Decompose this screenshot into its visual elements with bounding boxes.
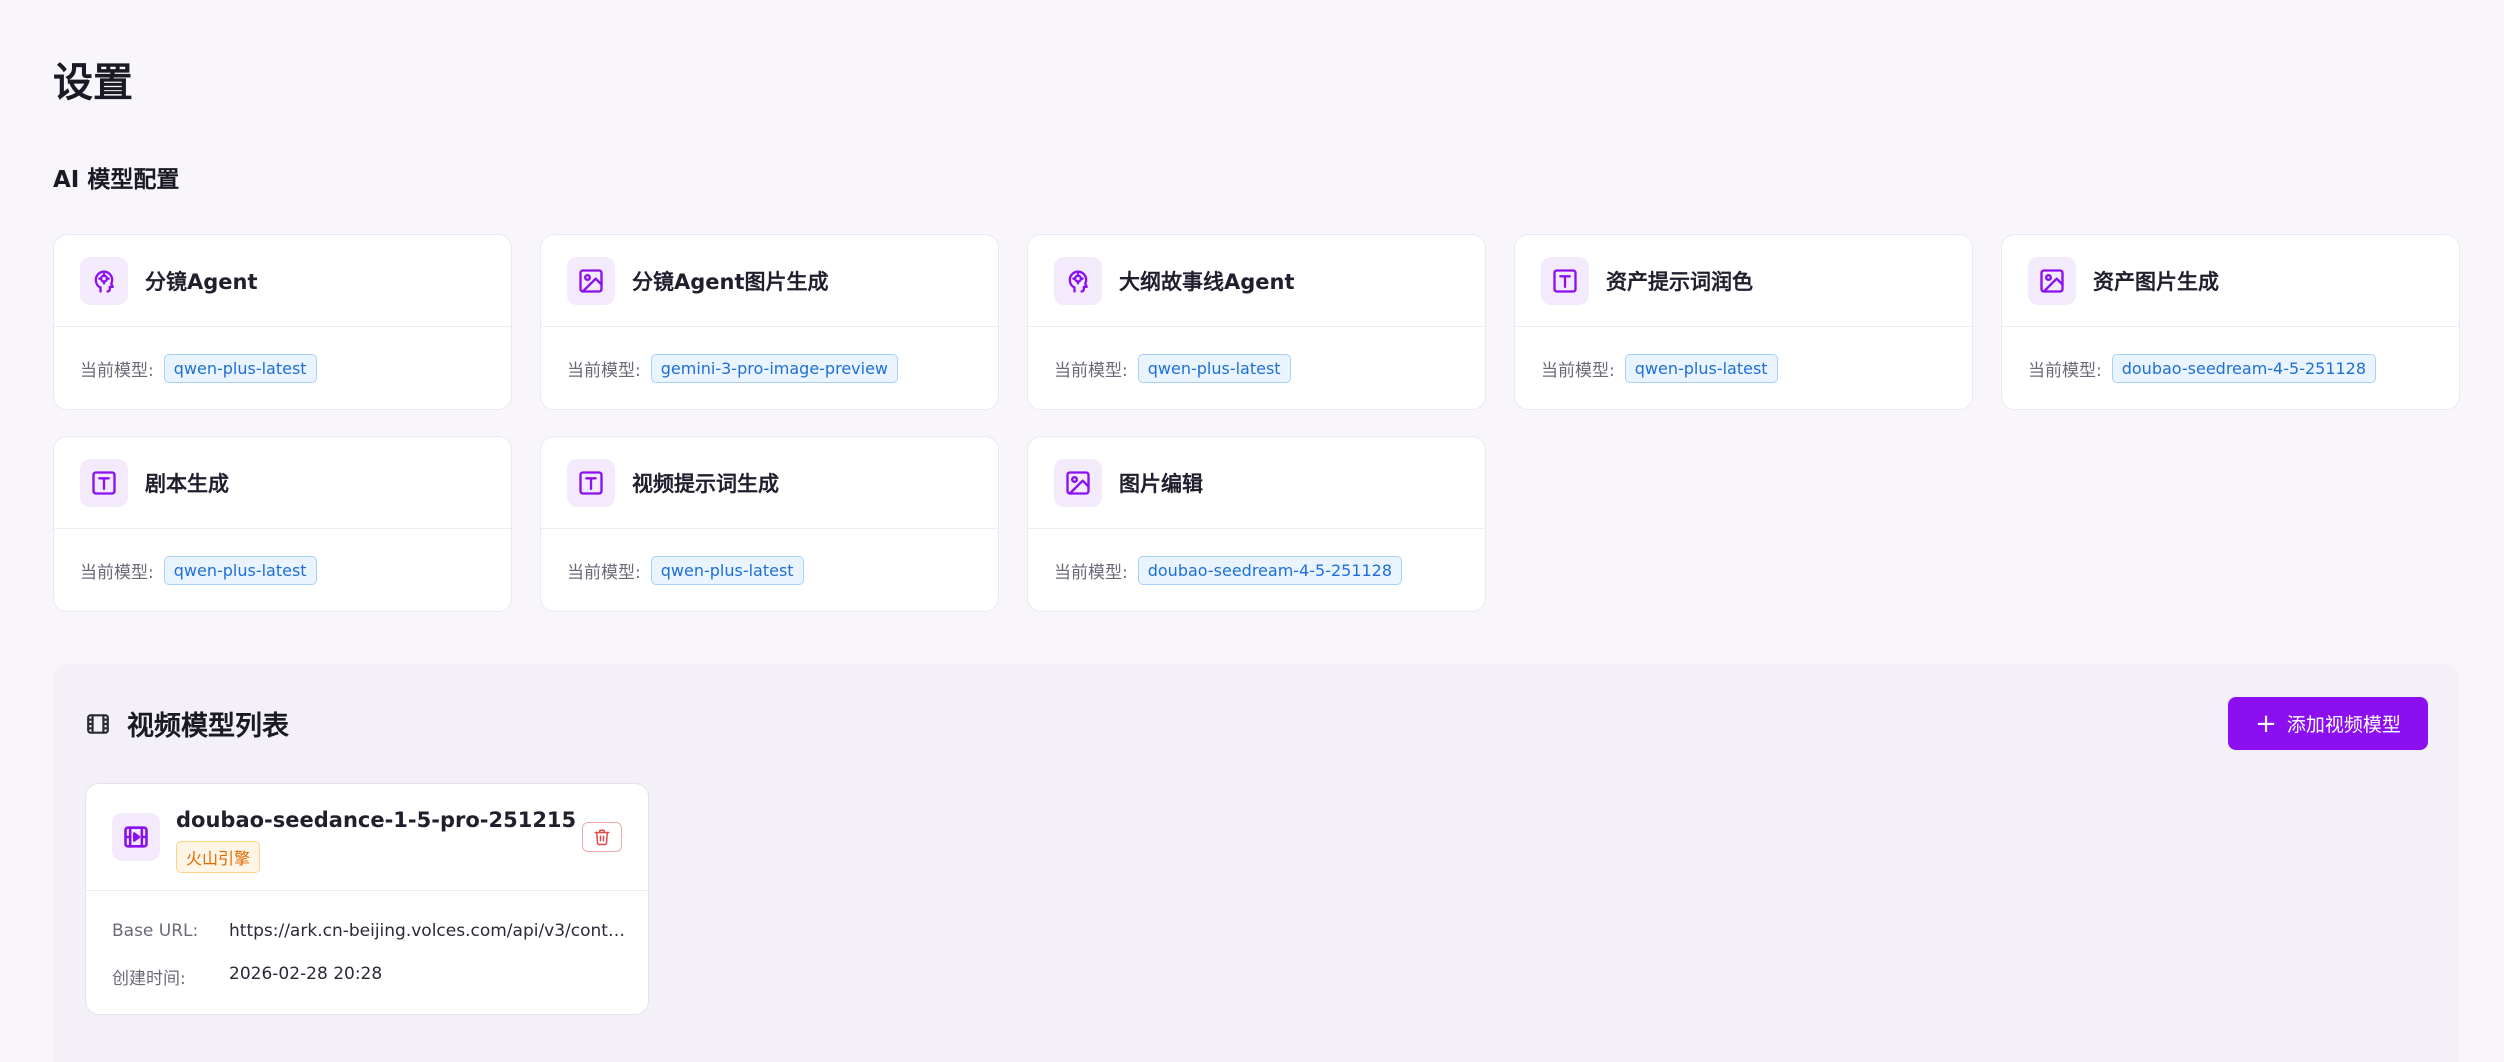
text-icon	[567, 458, 615, 507]
model-config-card[interactable]: 资产提示词润色当前模型: qwen-plus-latest	[1514, 234, 1973, 410]
model-config-card-body: 当前模型: qwen-plus-latest	[1515, 327, 1972, 410]
current-model-label: 当前模型:	[1054, 361, 1128, 381]
model-config-card[interactable]: 图片编辑当前模型: doubao-seedream-4-5-251128	[1027, 436, 1486, 612]
current-model-label: 当前模型:	[567, 563, 641, 583]
video-model-card-header: doubao-seedance-1-5-pro-251215 火山引擎	[86, 784, 648, 891]
model-config-card-body: 当前模型: qwen-plus-latest	[1028, 327, 1485, 410]
model-config-card-header: 资产图片生成	[2002, 235, 2459, 327]
model-config-card-title: 资产图片生成	[2093, 269, 2219, 294]
text-icon	[1541, 256, 1589, 305]
image-icon	[2028, 256, 2076, 305]
add-video-model-label: 添加视频模型	[2286, 714, 2401, 736]
text-icon	[80, 458, 128, 507]
current-model-label: 当前模型:	[1054, 563, 1128, 583]
current-model-tag: qwen-plus-latest	[163, 556, 317, 585]
model-config-card-title: 分镜Agent图片生成	[632, 269, 829, 294]
model-config-card-header: 视频提示词生成	[541, 437, 998, 529]
current-model-tag: gemini-3-pro-image-preview	[650, 354, 898, 383]
current-model-label: 当前模型:	[80, 361, 154, 381]
model-config-card-body: 当前模型: qwen-plus-latest	[54, 529, 511, 612]
video-model-icon-box	[112, 813, 160, 861]
image-icon	[567, 256, 615, 305]
base-url-row: Base URL: https://ark.cn-beijing.volces.…	[112, 921, 625, 941]
add-video-model-button[interactable]: + 添加视频模型	[2228, 697, 2428, 750]
model-config-card-body: 当前模型: gemini-3-pro-image-preview	[541, 327, 998, 410]
brain-icon	[1054, 256, 1102, 305]
model-config-card-header: 大纲故事线Agent	[1028, 235, 1485, 327]
settings-page: 设置 AI 模型配置 分镜Agent 当前模型: qwen-plus-latest 分…	[0, 0, 2504, 1062]
model-config-card[interactable]: 资产图片生成当前模型: doubao-seedream-4-5-251128	[2001, 234, 2460, 410]
video-section-header: 视频模型列表	[85, 704, 289, 743]
trash-icon	[594, 829, 610, 846]
current-model-label: 当前模型:	[567, 361, 641, 381]
film-icon	[87, 713, 109, 734]
page-title: 设置	[53, 60, 133, 106]
film-icon	[124, 826, 148, 848]
provider-badge: 火山引擎	[176, 841, 261, 873]
created-time-row: 创建时间: 2026-02-28 20:28	[112, 964, 625, 989]
current-model-tag: doubao-seedream-4-5-251128	[1137, 556, 1403, 585]
video-model-card: doubao-seedance-1-5-pro-251215 火山引擎 Base…	[85, 783, 649, 1015]
model-config-card-title: 分镜Agent	[145, 269, 258, 294]
model-config-card-header: 资产提示词润色	[1515, 235, 1972, 327]
model-config-card-header: 剧本生成	[54, 437, 511, 529]
current-model-tag: qwen-plus-latest	[1624, 354, 1778, 383]
model-config-card[interactable]: 分镜Agent图片生成当前模型: gemini-3-pro-image-previ…	[540, 234, 999, 410]
model-config-card-title: 资产提示词润色	[1606, 269, 1753, 294]
current-model-label: 当前模型:	[80, 563, 154, 583]
video-section-title: 视频模型列表	[127, 711, 289, 742]
model-config-card[interactable]: 视频提示词生成当前模型: qwen-plus-latest	[540, 436, 999, 612]
base-url-label: Base URL:	[112, 921, 199, 941]
model-config-card-title: 大纲故事线Agent	[1119, 269, 1295, 294]
current-model-tag: qwen-plus-latest	[163, 354, 317, 383]
ai-config-section-title: AI 模型配置	[53, 167, 180, 193]
model-config-card-title: 图片编辑	[1119, 471, 1203, 496]
model-config-card-title: 剧本生成	[145, 471, 229, 496]
current-model-tag: qwen-plus-latest	[650, 556, 804, 585]
video-model-panel: 视频模型列表 + 添加视频模型 doubao-seedance-1-5-pro-…	[53, 664, 2459, 1062]
model-config-card-body: 当前模型: doubao-seedream-4-5-251128	[1028, 529, 1485, 612]
plus-icon: +	[2255, 708, 2277, 739]
delete-video-model-button[interactable]	[582, 822, 622, 852]
model-config-card-header: 分镜Agent图片生成	[541, 235, 998, 327]
model-config-card[interactable]: 分镜Agent 当前模型: qwen-plus-latest	[53, 234, 512, 410]
created-time-label: 创建时间:	[112, 969, 186, 989]
model-config-card-title: 视频提示词生成	[632, 471, 779, 496]
model-config-card-body: 当前模型: doubao-seedream-4-5-251128	[2002, 327, 2459, 410]
model-config-card-header: 图片编辑	[1028, 437, 1485, 529]
current-model-label: 当前模型:	[2028, 361, 2102, 381]
video-model-name: doubao-seedance-1-5-pro-251215	[176, 808, 577, 832]
model-config-card-header: 分镜Agent	[54, 235, 511, 327]
current-model-tag: qwen-plus-latest	[1137, 354, 1291, 383]
current-model-label: 当前模型:	[1541, 361, 1615, 381]
base-url-value: https://ark.cn-beijing.volces.com/api/v3…	[229, 921, 625, 941]
brain-icon	[80, 256, 128, 305]
model-config-card[interactable]: 剧本生成当前模型: qwen-plus-latest	[53, 436, 512, 612]
created-time-value: 2026-02-28 20:28	[229, 964, 383, 984]
model-config-card[interactable]: 大纲故事线Agent 当前模型: qwen-plus-latest	[1027, 234, 1486, 410]
image-icon	[1054, 458, 1102, 507]
current-model-tag: doubao-seedream-4-5-251128	[2111, 354, 2377, 383]
model-config-card-body: 当前模型: qwen-plus-latest	[54, 327, 511, 410]
model-config-card-body: 当前模型: qwen-plus-latest	[541, 529, 998, 612]
